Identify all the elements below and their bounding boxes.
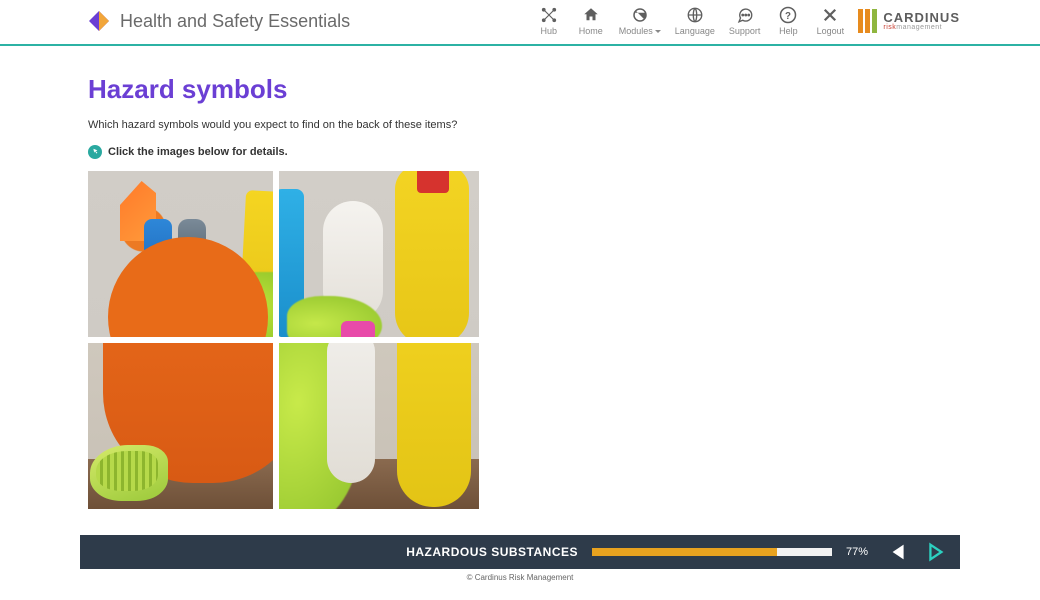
progress-percent: 77% (846, 546, 874, 558)
prev-button[interactable] (888, 541, 910, 563)
main-content: Hazard symbols Which hazard symbols woul… (80, 46, 960, 569)
instruction-text: Click the images below for details. (108, 146, 288, 158)
image-grid (88, 171, 952, 509)
progress-bar (592, 548, 832, 556)
brand-name: CARDINUS (883, 11, 960, 24)
nav-modules[interactable]: Modules (619, 6, 661, 36)
footer: HAZARDOUS SUBSTANCES 77% © Cardinus Risk… (0, 535, 1040, 582)
nav-logout[interactable]: Logout (816, 6, 844, 36)
brand-bars-icon (858, 9, 877, 33)
nav-home[interactable]: Home (577, 6, 605, 36)
page-title: Hazard symbols (88, 74, 952, 105)
nav-label: Help (779, 26, 798, 36)
nav-label: Hub (541, 26, 558, 36)
home-icon (582, 6, 600, 24)
module-name: HAZARDOUS SUBSTANCES (406, 545, 578, 559)
svg-text:?: ? (785, 11, 791, 22)
close-icon (821, 6, 839, 24)
nav-language[interactable]: Language (675, 6, 715, 36)
nav-label: Modules (619, 26, 661, 36)
question-text: Which hazard symbols would you expect to… (88, 119, 952, 131)
hazard-image-tile-4[interactable] (279, 343, 479, 509)
progress-fill (592, 548, 777, 556)
main-nav: Hub Home Modules Language Support ? Help… (535, 6, 845, 36)
brand-tagline: riskmanagement (883, 24, 960, 31)
hazard-image-tile-1[interactable] (88, 171, 273, 337)
chat-icon (736, 6, 754, 24)
pointer-icon (88, 145, 102, 159)
header: Health and Safety Essentials Hub Home Mo… (80, 0, 960, 44)
app-logo-icon (88, 10, 110, 32)
app-title: Health and Safety Essentials (120, 11, 350, 32)
footer-bar: HAZARDOUS SUBSTANCES 77% (80, 535, 960, 569)
nav-label: Home (579, 26, 603, 36)
dashboard-icon (631, 6, 649, 24)
hazard-image-tile-2[interactable] (279, 171, 479, 337)
nav-label: Support (729, 26, 761, 36)
nav-label: Logout (817, 26, 845, 36)
brand-logo: CARDINUS riskmanagement (858, 9, 960, 33)
next-button[interactable] (924, 541, 946, 563)
hub-icon (540, 6, 558, 24)
instruction-row: Click the images below for details. (88, 145, 952, 159)
hazard-image-tile-3[interactable] (88, 343, 273, 509)
nav-help[interactable]: ? Help (774, 6, 802, 36)
globe-icon (686, 6, 704, 24)
help-icon: ? (779, 6, 797, 24)
nav-hub[interactable]: Hub (535, 6, 563, 36)
nav-support[interactable]: Support (729, 6, 761, 36)
chevron-down-icon (655, 30, 661, 36)
copyright: © Cardinus Risk Management (0, 573, 1040, 582)
nav-label: Language (675, 26, 715, 36)
